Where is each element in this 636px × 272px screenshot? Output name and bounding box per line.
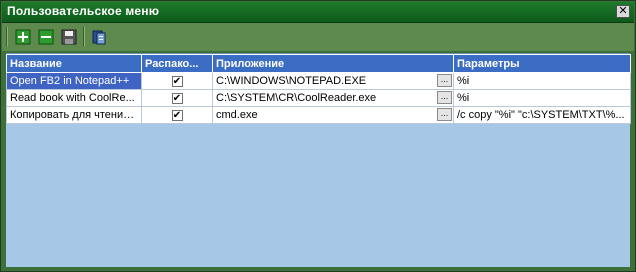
close-button[interactable]: ✕ <box>616 5 630 18</box>
item-name-cell[interactable]: Копировать для чтения... <box>6 106 142 124</box>
toolbar-separator <box>83 27 85 47</box>
application-cell[interactable]: C:\WINDOWS\NOTEPAD.EXE ... <box>212 72 454 90</box>
table-row[interactable]: Read book with CoolRe... ✔ C:\SYSTEM\CR\… <box>6 89 631 107</box>
unpack-cell[interactable]: ✔ <box>141 89 213 107</box>
parameters-cell[interactable]: /c copy "%i" "c:\SYSTEM\TXT\%... <box>453 106 631 124</box>
remove-button[interactable] <box>37 28 55 46</box>
browse-button[interactable]: ... <box>437 74 452 87</box>
toolbar-grip <box>6 27 8 47</box>
properties-button[interactable] <box>90 28 108 46</box>
user-menu-window: Пользовательское меню ✕ Название Распако… <box>0 0 636 272</box>
parameters-cell[interactable]: %i <box>453 89 631 107</box>
item-name-cell[interactable]: Read book with CoolRe... <box>6 89 142 107</box>
unpack-checkbox[interactable]: ✔ <box>171 92 183 104</box>
column-header-application[interactable]: Приложение <box>212 54 454 73</box>
unpack-cell[interactable]: ✔ <box>141 106 213 124</box>
column-header-unpack[interactable]: Распако... <box>141 54 213 73</box>
remove-icon <box>38 29 54 45</box>
unpack-checkbox[interactable]: ✔ <box>171 109 183 121</box>
add-button[interactable] <box>14 28 32 46</box>
unpack-checkbox[interactable]: ✔ <box>171 75 183 87</box>
browse-button[interactable]: ... <box>437 108 452 121</box>
application-path: C:\SYSTEM\CR\CoolReader.exe <box>216 92 377 104</box>
unpack-cell[interactable]: ✔ <box>141 72 213 90</box>
title-bar[interactable]: Пользовательское меню ✕ <box>2 2 634 23</box>
menu-items-table: Название Распако... Приложение Параметры… <box>6 54 631 124</box>
column-header-parameters[interactable]: Параметры <box>453 54 631 73</box>
application-path: C:\WINDOWS\NOTEPAD.EXE <box>216 75 367 87</box>
application-path: cmd.exe <box>216 109 258 121</box>
table-row[interactable]: Open FB2 in Notepad++ ✔ C:\WINDOWS\NOTEP… <box>6 72 631 90</box>
browse-button[interactable]: ... <box>437 91 452 104</box>
window-title: Пользовательское меню <box>7 4 160 18</box>
properties-icon <box>92 30 106 45</box>
add-icon <box>15 29 31 45</box>
column-header-name[interactable]: Название <box>6 54 142 73</box>
parameters-cell[interactable]: %i <box>453 72 631 90</box>
application-cell[interactable]: C:\SYSTEM\CR\CoolReader.exe ... <box>212 89 454 107</box>
toolbar <box>2 23 634 51</box>
menu-items-grid-area: Название Распако... Приложение Параметры… <box>6 53 631 267</box>
close-icon: ✕ <box>618 5 628 17</box>
item-name-cell[interactable]: Open FB2 in Notepad++ <box>6 72 142 90</box>
table-row[interactable]: Копировать для чтения... ✔ cmd.exe ... /… <box>6 106 631 124</box>
application-cell[interactable]: cmd.exe ... <box>212 106 454 124</box>
table-header-row: Название Распако... Приложение Параметры <box>6 54 631 73</box>
save-icon <box>61 29 77 45</box>
save-button[interactable] <box>60 28 78 46</box>
